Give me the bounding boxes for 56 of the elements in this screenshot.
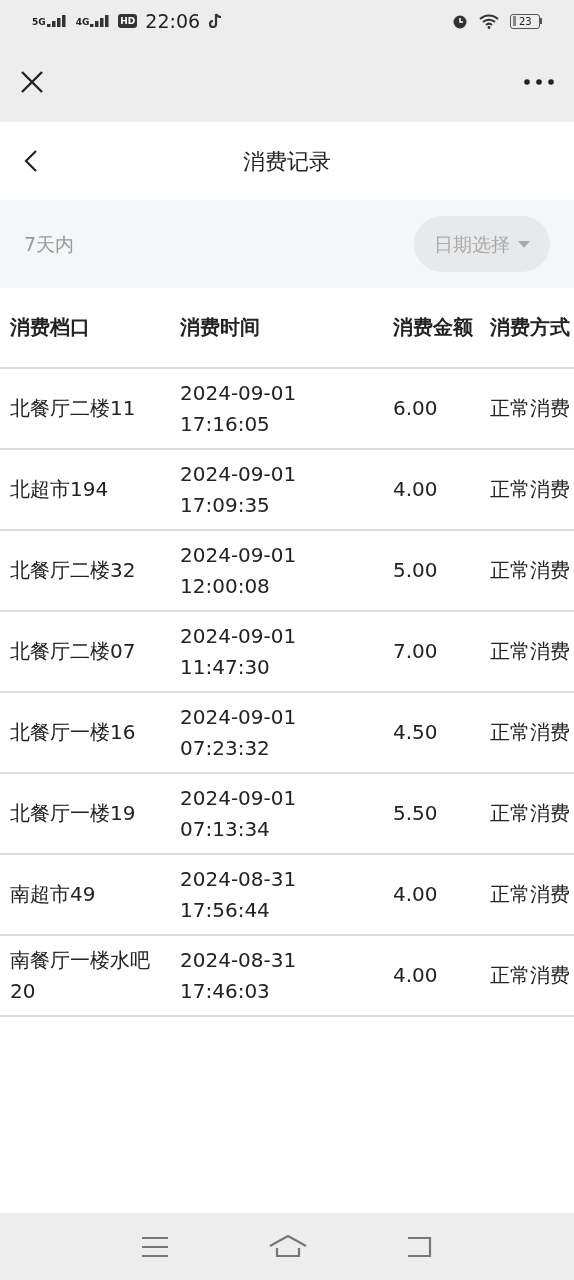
table-cell-text: 4.00 [393, 881, 439, 908]
table-cell-text: 2024-09-01 17:16:05 [180, 379, 298, 438]
column-header: 消费方式 [490, 314, 570, 341]
date-picker-button[interactable]: 日期选择 [414, 216, 550, 272]
page-title: 消费记录 [243, 147, 331, 176]
signal-icon [90, 15, 111, 27]
table-cell-text: 4.00 [393, 962, 439, 989]
close-icon[interactable] [20, 70, 44, 94]
table-cell-text: 正常消费 [490, 800, 570, 827]
range-label: 7天内 [24, 231, 75, 257]
table-cell-text: 正常消费 [490, 881, 570, 908]
table-cell-text: 4.00 [393, 476, 439, 503]
table-cell-text: 正常消费 [490, 962, 570, 989]
table-cell-text: 正常消费 [490, 719, 570, 746]
table-cell-text: 2024-08-31 17:46:03 [180, 946, 298, 1005]
table-cell-text: 北餐厅二楼32 [10, 557, 137, 584]
table-cell-text: 北餐厅一楼19 [10, 800, 137, 827]
table-cell-text: 5.50 [393, 800, 439, 827]
signal-icon [46, 15, 67, 27]
table-cell-text: 北餐厅二楼07 [10, 638, 137, 665]
wifi-icon [479, 13, 499, 29]
menu-icon[interactable] [141, 1235, 169, 1258]
table-cell-text: 2024-09-01 17:09:35 [180, 460, 298, 519]
table-cell-text: 6.00 [393, 395, 439, 422]
battery-icon: 23 [510, 13, 542, 29]
home-icon[interactable] [269, 1234, 307, 1259]
table-cell-text: 5.00 [393, 557, 439, 584]
table-cell-text: 正常消费 [490, 476, 570, 503]
table-cell-text: 北超市194 [10, 476, 110, 503]
network-label: 4G [75, 18, 90, 27]
table-cell-text: 北餐厅二楼11 [10, 395, 137, 422]
table-cell-text: 2024-08-31 17:56:44 [180, 865, 298, 924]
table-cell-text: 2024-09-01 07:23:32 [180, 703, 298, 762]
table-cell-text: 南超市49 [10, 881, 97, 908]
table-cell-text: 4.50 [393, 719, 439, 746]
back-icon[interactable] [24, 150, 38, 172]
hd-badge: HD [118, 14, 138, 28]
table-cell-text: 南餐厅一楼水吧20 [10, 946, 151, 1005]
table-cell-text: 2024-09-01 07:13:34 [180, 784, 298, 843]
more-icon[interactable] [524, 79, 554, 85]
alarm-icon [452, 13, 468, 29]
table-cell-text: 正常消费 [490, 557, 570, 584]
column-header: 消费档口 [10, 314, 91, 341]
table-cell-text: 7.00 [393, 638, 439, 665]
column-header: 消费时间 [180, 314, 261, 341]
table-cell-text: 2024-09-01 12:00:08 [180, 541, 298, 600]
table-cell-text: 北餐厅一楼16 [10, 719, 137, 746]
table-cell-text: 2024-09-01 11:47:30 [180, 622, 298, 681]
network-label: 5G [32, 18, 46, 27]
column-header: 消费金额 [393, 314, 474, 341]
clock: 22:06 [145, 8, 201, 34]
music-note-icon [209, 13, 224, 29]
table-cell-text: 正常消费 [490, 395, 570, 422]
caret-icon [518, 240, 530, 248]
table-cell-text: 正常消费 [490, 638, 570, 665]
back-gesture-icon[interactable] [407, 1235, 433, 1258]
